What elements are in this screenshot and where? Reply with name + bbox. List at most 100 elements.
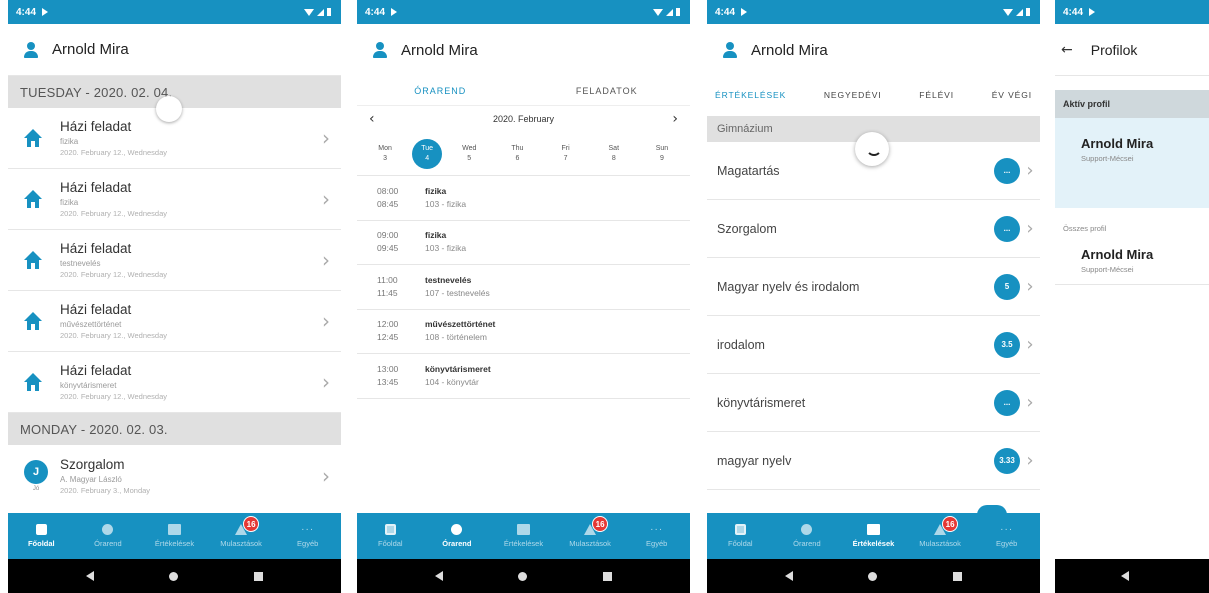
day-thu[interactable]: Thu 6 [493,144,541,164]
wifi-icon [1003,8,1013,16]
month-selector: ‹ 2020. February › [357,106,690,132]
nav-item-grades[interactable]: Értékelések [840,513,907,559]
nav-label: Mulasztások [569,539,611,548]
day-wed[interactable]: Wed 5 [445,144,493,164]
tab-bar: ÉRTÉKELÉSEK NEGYEDÉVI FÉLÉVI ÉV VÉGI [707,76,1040,114]
recents-icon[interactable] [953,571,963,581]
list-item[interactable]: Házi feladat fizika 2020. February 12., We… [8,169,341,230]
grade-row[interactable]: irodalom 3.5 › [707,316,1040,374]
nav-item-more[interactable]: ··· Egyéb [623,513,690,559]
lesson-subject: fizika [425,185,447,196]
timetable-screen: 4:44 Arnold Mira ÓRAREND FELADATOK ‹ 202… [357,0,690,593]
day-name: Thu [511,144,524,152]
nav-item-home[interactable]: Főoldal [357,513,424,559]
home-screen: 4:44 Arnold Mira TUESDAY - 2020. 02. 04.… [8,0,341,593]
lesson-start: 11:00 [377,274,398,285]
day-number: 8 [611,154,616,162]
nav-item-more[interactable]: ··· Egyéb [973,513,1040,559]
day-number: 6 [515,154,520,162]
list-item[interactable]: Házi feladat testnevelés 2020. February 12… [8,230,341,291]
tab-timetable[interactable]: ÓRAREND [357,86,524,96]
nav-item-grades[interactable]: Értékelések [141,513,208,559]
active-profile-card[interactable]: Aktív profil Arnold Mira Support-Mécsei [1055,90,1209,208]
nav-item-absences[interactable]: Mulasztások 16 [907,513,974,559]
nav-label: Főoldal [27,539,55,548]
nav-item-absences[interactable]: Mulasztások 16 [557,513,624,559]
nav-item-timetable[interactable]: Órarend [424,513,491,559]
person-icon[interactable] [24,41,38,58]
tab-quarterly[interactable]: NEGYEDÉVI [824,90,882,100]
nav-item-home[interactable]: Főoldal [8,513,75,559]
lesson-start: 12:00 [377,319,399,330]
recents-icon[interactable] [603,571,613,581]
status-bar: 4:44 [357,0,690,24]
grade-row[interactable]: könyvtárismeret... › [707,374,1040,432]
chevron-right-icon: › [322,463,330,488]
book-icon [866,524,880,535]
day-tue[interactable]: Tue 4 [409,138,445,169]
subject-name: irodalom [717,337,765,352]
play-icon [741,8,748,16]
profile-school: Support-Mécsei [1081,154,1134,163]
tab-year-end[interactable]: ÉV VÉGI [992,90,1032,100]
arrow-back-icon[interactable]: ← [1061,42,1073,58]
home-icon [24,190,42,208]
more-icon: ··· [650,524,664,535]
lesson-row[interactable]: 13:00 13:45 könyvtárismeret 104 - könyvtár [357,354,690,399]
tab-tasks[interactable]: FELADATOK [524,86,691,96]
week-strip: Mon 3 Tue 4 Wed 5 Thu 6 Fri 7 Sat 8 Sun 9 [357,132,690,176]
back-icon[interactable] [434,571,443,581]
profile-name: Arnold Mira [1081,247,1154,262]
lesson-row[interactable]: 12:00 12:45 művészettörténet 108 - történel… [357,310,690,354]
person-icon[interactable] [723,42,737,58]
loading-spinner-icon [855,132,889,166]
chevron-left-icon[interactable]: ‹ [369,111,375,127]
grade-row[interactable]: magyar nyelv 3.33 › [707,432,1040,490]
day-sat[interactable]: Sat 8 [590,144,638,164]
person-icon[interactable] [373,42,387,58]
wifi-icon [304,8,314,16]
lesson-row[interactable]: 09:00 09:45 fizika 103 - fizika [357,221,690,265]
nav-item-timetable[interactable]: Órarend [774,513,841,559]
back-icon[interactable] [784,571,793,581]
nav-item-timetable[interactable]: Órarend [75,513,142,559]
home-circle-icon[interactable] [518,571,528,581]
list-item[interactable]: Házi feladat művészettörténet 2020. Februa… [8,291,341,352]
day-mon[interactable]: Mon 3 [361,144,409,164]
list-item[interactable]: J Jó Szorgalom A. Magyar László 2020. Febru… [8,445,341,506]
chevron-right-icon[interactable]: › [672,111,678,127]
lesson-start: 13:00 [377,363,399,374]
nav-label: Értékelések [503,539,544,548]
nav-item-grades[interactable]: Értékelések [490,513,557,559]
grade-row[interactable]: Magyar nyelv és irodalom 5 › [707,258,1040,316]
day-sun[interactable]: Sun 9 [638,144,686,164]
nav-item-home[interactable]: Főoldal [707,513,774,559]
list-item[interactable]: Házi feladat fizika 2020. February 12., We… [8,108,341,169]
lesson-start: 08:00 [377,185,399,196]
app-bar: Arnold Mira [707,24,1040,76]
lesson-end: 11:45 [377,287,398,298]
subject-name: Szorgalom [717,221,777,236]
day-name: Tue [421,144,434,152]
back-icon[interactable] [1121,571,1129,581]
grade-value: 3.33 [994,447,1020,474]
recents-icon[interactable] [254,571,264,581]
grade-row[interactable]: Szorgalom... › [707,200,1040,258]
tab-evaluations[interactable]: ÉRTÉKELÉSEK [715,90,786,100]
item-title: Házi feladat [60,180,132,195]
tab-semester[interactable]: FÉLÉVI [919,90,954,100]
profile-school: Support-Mécsei [1081,265,1134,274]
day-fri[interactable]: Fri 7 [542,144,590,164]
back-icon[interactable] [85,571,94,581]
system-nav-bar [707,559,1040,593]
nav-item-more[interactable]: ··· Egyéb [274,513,341,559]
lesson-row[interactable]: 08:00 08:45 fizika 103 - fizika [357,176,690,221]
nav-label: Mulasztások [919,539,961,548]
home-circle-icon[interactable] [169,571,179,581]
home-circle-icon[interactable] [868,571,878,581]
profile-row[interactable]: Arnold Mira Support-Mécsei [1055,247,1209,285]
battery-icon [676,8,680,16]
lesson-row[interactable]: 11:00 11:45 testnevelés 107 - testnevelés [357,265,690,310]
nav-item-absences[interactable]: Mulasztások 16 [208,513,275,559]
list-item[interactable]: Házi feladat könyvtárismeret 2020. Februar… [8,352,341,413]
